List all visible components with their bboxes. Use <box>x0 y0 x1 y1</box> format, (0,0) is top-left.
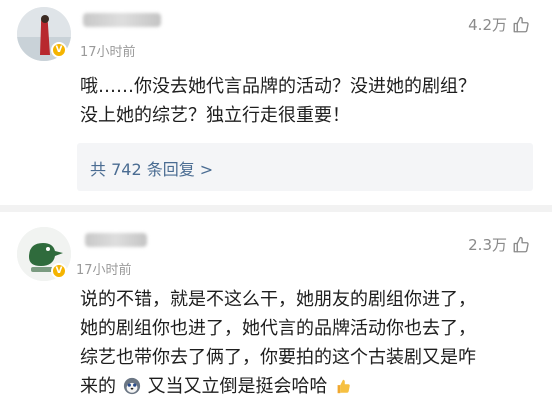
thumbs-up-emoji-icon <box>337 379 350 394</box>
comment-item: V 17小时前 4.2万 哦……你没去她代言品牌的活动？没进她的剧组？ 没上她的… <box>0 0 552 205</box>
husky-emoji-icon <box>123 377 140 395</box>
thumbs-up-icon <box>513 236 529 252</box>
verified-badge-icon: V <box>51 42 67 58</box>
view-replies-link[interactable]: 共 742 条回复 > <box>90 156 213 180</box>
username-blurred[interactable] <box>85 233 147 247</box>
timestamp: 17小时前 <box>76 263 132 278</box>
timestamp: 17小时前 <box>80 45 136 60</box>
like-button[interactable]: 2.3万 <box>468 234 530 255</box>
comment-line: 说的不错，就是不这么干，她朋友的剧组你进了， <box>80 289 476 310</box>
comment-line: 综艺也带你去了俩了，你要拍的这个古装剧又是咋 <box>80 347 476 368</box>
comment-fragment: 来的 <box>80 376 116 397</box>
like-count: 4.2万 <box>468 16 507 34</box>
comment-line: 没上她的综艺？独立行走很重要！ <box>80 105 350 126</box>
comment-text: 说的不错，就是不这么干，她朋友的剧组你进了， 她的剧组你也进了，她代言的品牌活动… <box>80 285 540 401</box>
comment-line: 哦……你没去她代言品牌的活动？没进她的剧组？ <box>80 76 476 97</box>
comment-fragment: 又当又立倒是挺会哈哈 <box>147 376 328 397</box>
comment-item: V 17小时前 2.3万 说的不错，就是不这么干，她朋友的剧组你进了， 她的剧组… <box>0 212 552 411</box>
verified-badge-icon: V <box>51 263 67 279</box>
comment-line-last: 来的 又当又立倒是挺会哈哈 <box>80 372 540 401</box>
username-blurred[interactable] <box>83 13 161 27</box>
comment-line: 她的剧组你也进了，她代言的品牌活动你也去了， <box>80 318 476 339</box>
replies-panel[interactable]: 共 742 条回复 > <box>77 143 533 191</box>
comment-text: 哦……你没去她代言品牌的活动？没进她的剧组？ 没上她的综艺？独立行走很重要！ <box>80 72 540 130</box>
divider <box>0 205 552 212</box>
thumbs-up-icon <box>513 16 529 32</box>
like-button[interactable]: 4.2万 <box>468 14 530 35</box>
like-count: 2.3万 <box>468 236 507 254</box>
